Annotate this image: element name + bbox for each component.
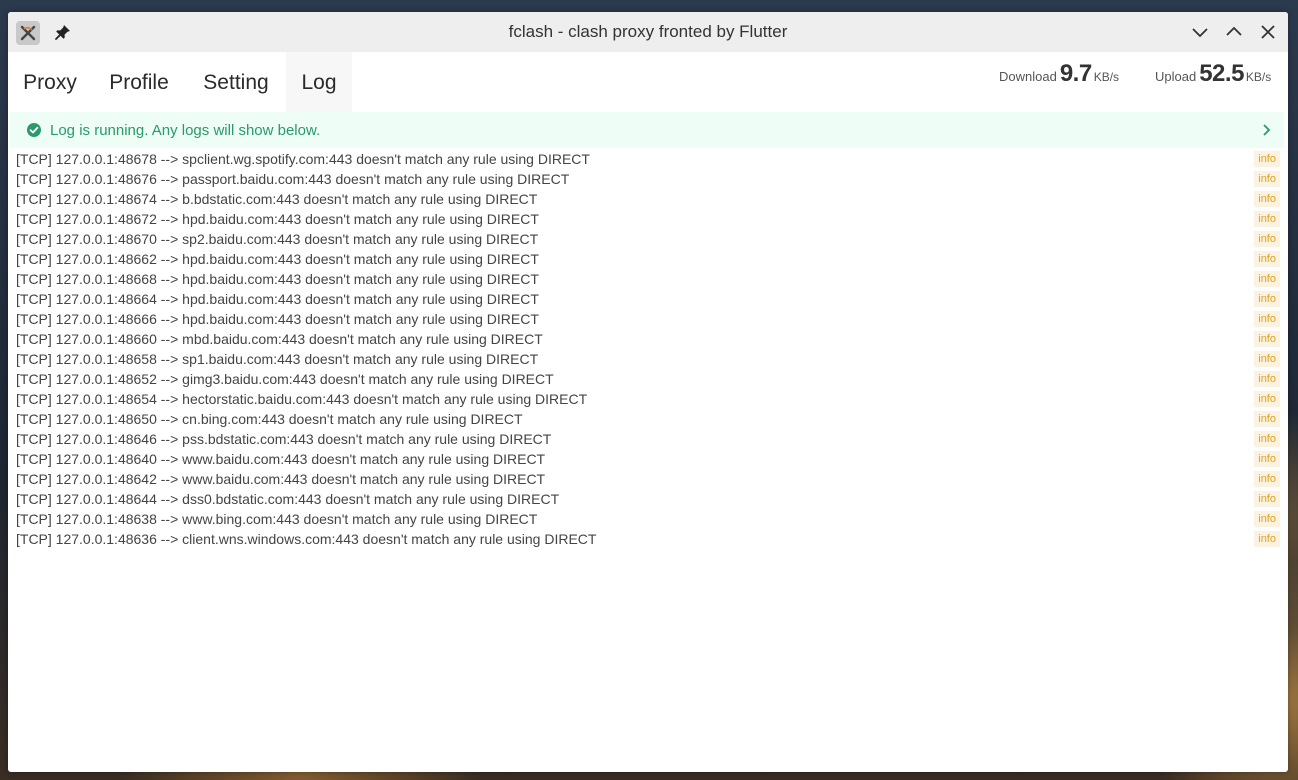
- log-row: [TCP] 127.0.0.1:48670 --> sp2.baidu.com:…: [8, 229, 1288, 249]
- log-message: [TCP] 127.0.0.1:48652 --> gimg3.baidu.co…: [16, 371, 554, 387]
- download-value: 9.7: [1059, 60, 1092, 87]
- log-row: [TCP] 127.0.0.1:48640 --> www.baidu.com:…: [8, 449, 1288, 469]
- log-message: [TCP] 127.0.0.1:48678 --> spclient.wg.sp…: [16, 151, 590, 167]
- download-speed: Download 9.7 KB/s: [999, 60, 1119, 104]
- log-level-badge: info: [1254, 371, 1280, 387]
- log-message: [TCP] 127.0.0.1:48658 --> sp1.baidu.com:…: [16, 351, 539, 367]
- log-level-badge: info: [1254, 171, 1280, 187]
- log-row: [TCP] 127.0.0.1:48662 --> hpd.baidu.com:…: [8, 249, 1288, 269]
- check-circle-icon: [26, 122, 42, 138]
- log-message: [TCP] 127.0.0.1:48672 --> hpd.baidu.com:…: [16, 211, 539, 227]
- log-message: [TCP] 127.0.0.1:48674 --> b.bdstatic.com…: [16, 191, 538, 207]
- log-row: [TCP] 127.0.0.1:48654 --> hectorstatic.b…: [8, 389, 1288, 409]
- log-message: [TCP] 127.0.0.1:48636 --> client.wns.win…: [16, 531, 597, 547]
- log-message: [TCP] 127.0.0.1:48650 --> cn.bing.com:44…: [16, 411, 523, 427]
- upload-unit: KB/s: [1245, 70, 1272, 84]
- log-message: [TCP] 127.0.0.1:48664 --> hpd.baidu.com:…: [16, 291, 539, 307]
- tab-bar: Proxy Profile Setting Log Download 9.7 K…: [8, 52, 1288, 112]
- log-row: [TCP] 127.0.0.1:48664 --> hpd.baidu.com:…: [8, 289, 1288, 309]
- log-message: [TCP] 127.0.0.1:48638 --> www.bing.com:4…: [16, 511, 538, 527]
- log-message: [TCP] 127.0.0.1:48654 --> hectorstatic.b…: [16, 391, 588, 407]
- log-level-badge: info: [1254, 531, 1280, 547]
- log-message: [TCP] 127.0.0.1:48670 --> sp2.baidu.com:…: [16, 231, 539, 247]
- tab-profile[interactable]: Profile: [92, 52, 186, 112]
- log-level-badge: info: [1254, 211, 1280, 227]
- window-title: fclash - clash proxy fronted by Flutter: [508, 22, 788, 41]
- app-window: fclash - clash proxy fronted by Flutter …: [8, 12, 1288, 772]
- log-row: [TCP] 127.0.0.1:48676 --> passport.baidu…: [8, 169, 1288, 189]
- log-row: [TCP] 127.0.0.1:48660 --> mbd.baidu.com:…: [8, 329, 1288, 349]
- log-message: [TCP] 127.0.0.1:48666 --> hpd.baidu.com:…: [16, 311, 539, 327]
- log-row: [TCP] 127.0.0.1:48638 --> www.bing.com:4…: [8, 509, 1288, 529]
- banner-text: Log is running. Any logs will show below…: [50, 121, 321, 139]
- upload-label: Upload: [1155, 69, 1197, 84]
- log-row: [TCP] 127.0.0.1:48678 --> spclient.wg.sp…: [8, 149, 1288, 169]
- tab-proxy[interactable]: Proxy: [8, 52, 92, 112]
- log-row: [TCP] 127.0.0.1:48652 --> gimg3.baidu.co…: [8, 369, 1288, 389]
- log-message: [TCP] 127.0.0.1:48662 --> hpd.baidu.com:…: [16, 251, 539, 267]
- download-unit: KB/s: [1093, 70, 1120, 84]
- log-row: [TCP] 127.0.0.1:48644 --> dss0.bdstatic.…: [8, 489, 1288, 509]
- log-level-badge: info: [1254, 491, 1280, 507]
- upload-speed: Upload 52.5 KB/s: [1155, 60, 1271, 104]
- log-level-badge: info: [1254, 331, 1280, 347]
- log-message: [TCP] 127.0.0.1:48640 --> www.baidu.com:…: [16, 451, 546, 467]
- log-row: [TCP] 127.0.0.1:48666 --> hpd.baidu.com:…: [8, 309, 1288, 329]
- tab-log[interactable]: Log: [286, 52, 352, 112]
- title-bar[interactable]: fclash - clash proxy fronted by Flutter: [8, 12, 1288, 52]
- log-level-badge: info: [1254, 231, 1280, 247]
- log-message: [TCP] 127.0.0.1:48642 --> www.baidu.com:…: [16, 471, 546, 487]
- log-level-badge: info: [1254, 471, 1280, 487]
- log-level-badge: info: [1254, 391, 1280, 407]
- minimize-icon[interactable]: [1190, 22, 1210, 42]
- log-row: [TCP] 127.0.0.1:48636 --> client.wns.win…: [8, 529, 1288, 549]
- log-row: [TCP] 127.0.0.1:48642 --> www.baidu.com:…: [8, 469, 1288, 489]
- log-message: [TCP] 127.0.0.1:48676 --> passport.baidu…: [16, 171, 570, 187]
- log-level-badge: info: [1254, 251, 1280, 267]
- log-level-badge: info: [1254, 411, 1280, 427]
- log-level-badge: info: [1254, 271, 1280, 287]
- maximize-icon[interactable]: [1224, 22, 1244, 42]
- log-row: [TCP] 127.0.0.1:48658 --> sp1.baidu.com:…: [8, 349, 1288, 369]
- log-row: [TCP] 127.0.0.1:48674 --> b.bdstatic.com…: [8, 189, 1288, 209]
- log-status-banner[interactable]: Log is running. Any logs will show below…: [10, 112, 1284, 148]
- log-message: [TCP] 127.0.0.1:48668 --> hpd.baidu.com:…: [16, 271, 539, 287]
- log-list[interactable]: [TCP] 127.0.0.1:48678 --> spclient.wg.sp…: [8, 149, 1288, 549]
- log-level-badge: info: [1254, 351, 1280, 367]
- log-level-badge: info: [1254, 291, 1280, 307]
- log-row: [TCP] 127.0.0.1:48668 --> hpd.baidu.com:…: [8, 269, 1288, 289]
- tab-setting[interactable]: Setting: [186, 52, 286, 112]
- chevron-right-icon[interactable]: [1258, 122, 1274, 138]
- log-message: [TCP] 127.0.0.1:48660 --> mbd.baidu.com:…: [16, 331, 543, 347]
- log-level-badge: info: [1254, 511, 1280, 527]
- log-level-badge: info: [1254, 431, 1280, 447]
- download-label: Download: [999, 69, 1057, 84]
- log-row: [TCP] 127.0.0.1:48672 --> hpd.baidu.com:…: [8, 209, 1288, 229]
- log-row: [TCP] 127.0.0.1:48650 --> cn.bing.com:44…: [8, 409, 1288, 429]
- log-level-badge: info: [1254, 151, 1280, 167]
- close-icon[interactable]: [1258, 22, 1278, 42]
- log-message: [TCP] 127.0.0.1:48644 --> dss0.bdstatic.…: [16, 491, 560, 507]
- log-level-badge: info: [1254, 451, 1280, 467]
- log-row: [TCP] 127.0.0.1:48646 --> pss.bdstatic.c…: [8, 429, 1288, 449]
- log-level-badge: info: [1254, 311, 1280, 327]
- log-level-badge: info: [1254, 191, 1280, 207]
- upload-value: 52.5: [1199, 60, 1244, 87]
- log-message: [TCP] 127.0.0.1:48646 --> pss.bdstatic.c…: [16, 431, 552, 447]
